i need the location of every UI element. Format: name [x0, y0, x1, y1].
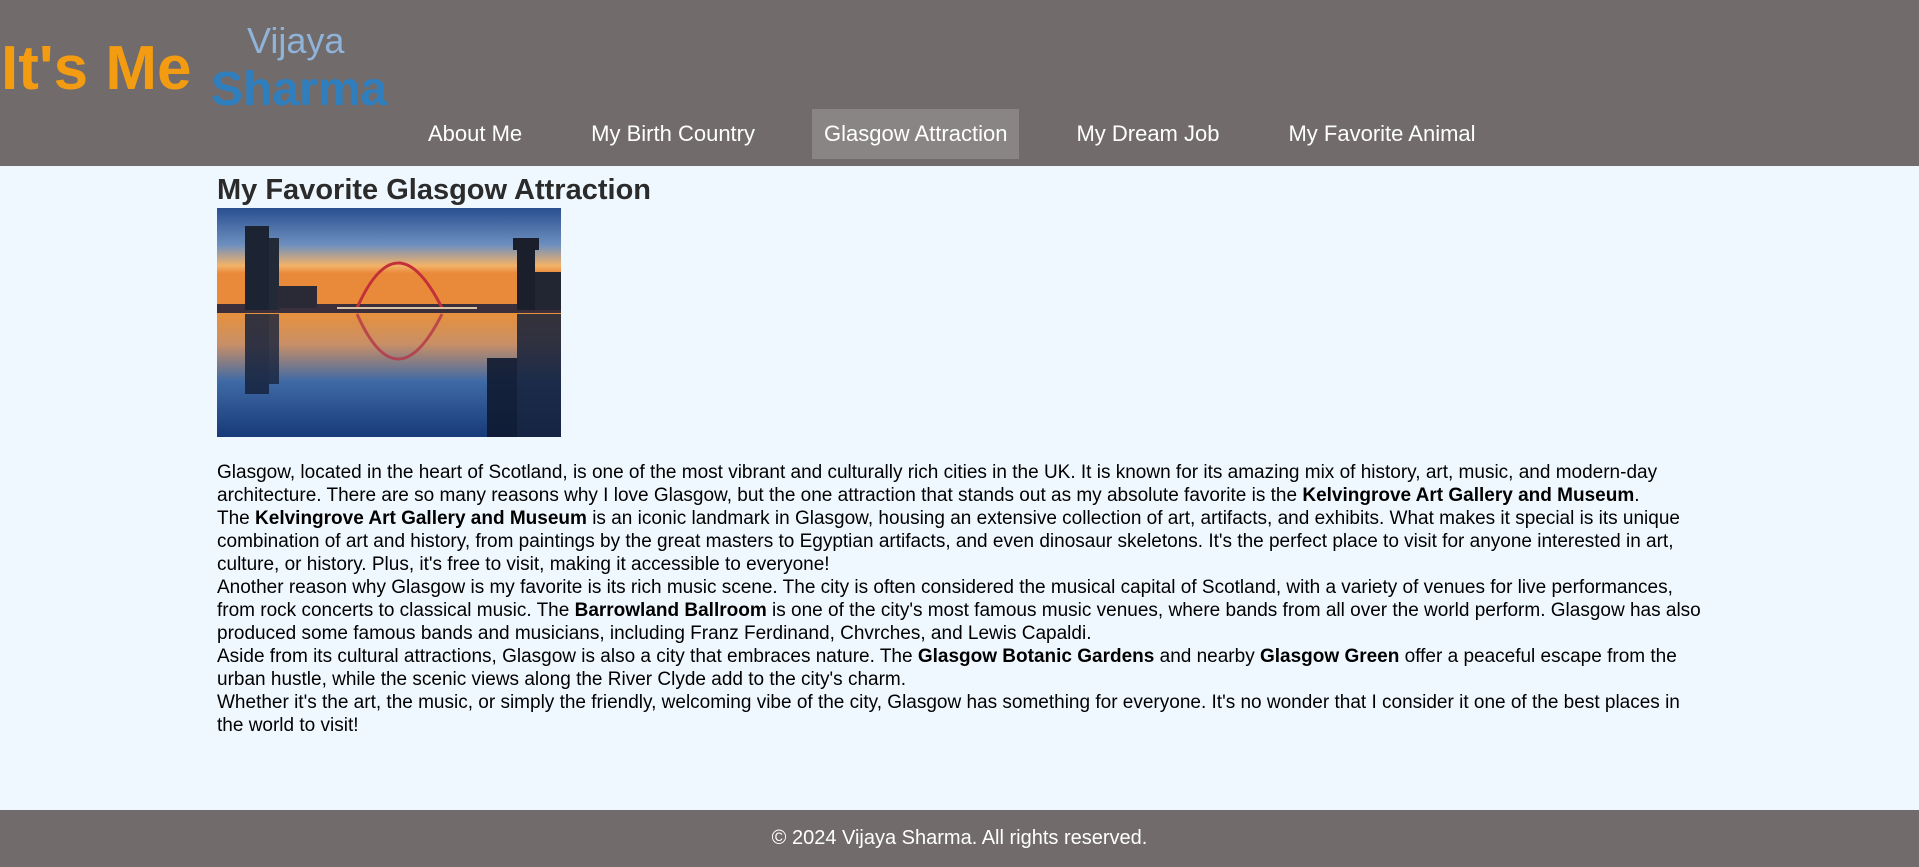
body-text: Whether it's the art, the music, or simp… — [217, 692, 1680, 736]
body-text: . — [1634, 485, 1640, 506]
main-nav: About Me My Birth Country Glasgow Attrac… — [416, 109, 1533, 159]
nav-item-my-birth-country[interactable]: My Birth Country — [579, 109, 767, 159]
copyright-text: © 2024 Vijaya Sharma. All rights reserve… — [771, 827, 1148, 849]
logo-last-name: Sharma — [211, 63, 388, 116]
page-title: My Favorite Glasgow Attraction — [217, 174, 651, 206]
paragraph-music-scene: Another reason why Glasgow is my favorit… — [217, 576, 1707, 645]
site-footer: © 2024 Vijaya Sharma. All rights reserve… — [0, 810, 1919, 867]
site-header: It's Me Vijaya Sharma About Me My Birth … — [0, 0, 1919, 166]
body-text: and nearby — [1154, 646, 1260, 667]
main-content: My Favorite Glasgow Attraction Glasgow, … — [217, 172, 1707, 737]
glasgow-bridge-photo — [217, 208, 561, 437]
logo-first-name: Vijaya — [247, 20, 345, 61]
body-text: The — [217, 508, 256, 529]
highlight-text: Kelvingrove Art Gallery and Museum — [255, 508, 587, 529]
paragraph-conclusion: Whether it's the art, the music, or simp… — [217, 691, 1707, 737]
paragraph-nature: Aside from its cultural attractions, Gla… — [217, 645, 1707, 691]
nav-item-my-favorite-animal[interactable]: My Favorite Animal — [1276, 109, 1487, 159]
article-text: Glasgow, located in the heart of Scotlan… — [217, 461, 1707, 737]
highlight-text: Barrowland Ballroom — [574, 600, 767, 621]
body-text: Aside from its cultural attractions, Gla… — [217, 646, 918, 667]
highlight-text: Kelvingrove Art Gallery and Museum — [1302, 485, 1635, 506]
paragraph-kelvingrove: The Kelvingrove Art Gallery and Museum i… — [217, 507, 1707, 576]
paragraph-intro: Glasgow, located in the heart of Scotlan… — [217, 461, 1707, 507]
logo-tagline: It's Me — [1, 34, 192, 103]
nav-item-my-dream-job[interactable]: My Dream Job — [1064, 109, 1231, 159]
highlight-text: Glasgow Green — [1259, 646, 1400, 667]
highlight-text: Glasgow Botanic Gardens — [917, 646, 1155, 667]
nav-item-glasgow-attraction[interactable]: Glasgow Attraction — [812, 109, 1020, 159]
nav-item-about-me[interactable]: About Me — [416, 109, 534, 159]
